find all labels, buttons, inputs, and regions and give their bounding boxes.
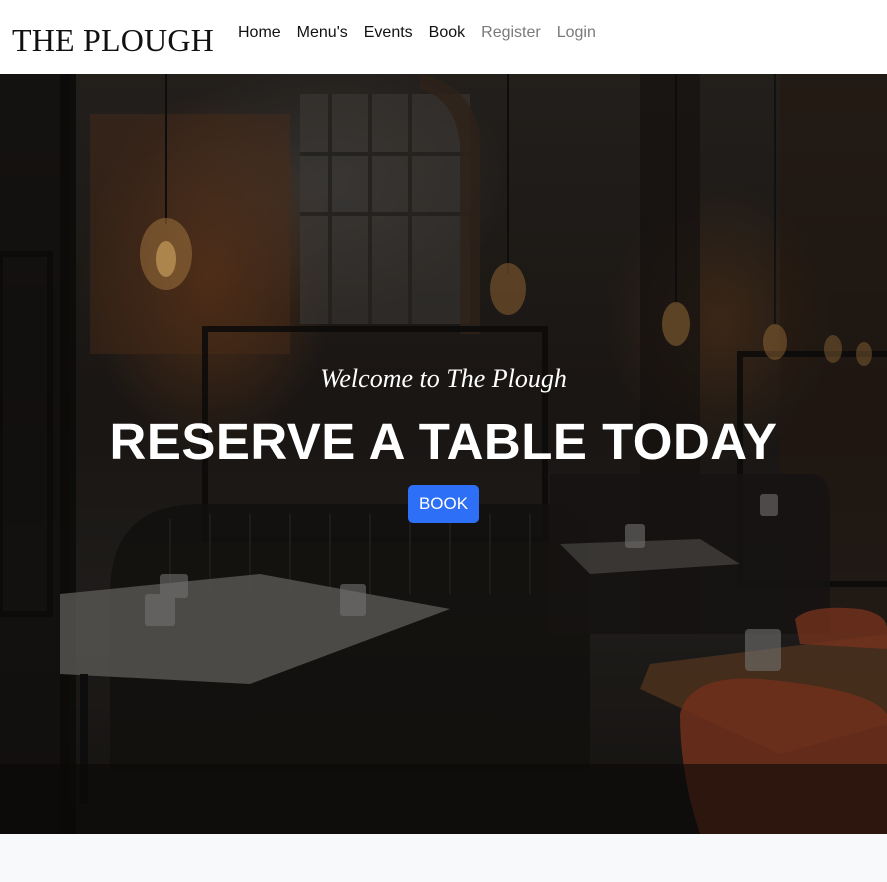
hero-content: Welcome to The Plough RESERVE A TABLE TO… bbox=[0, 74, 887, 834]
hero-section: Welcome to The Plough RESERVE A TABLE TO… bbox=[0, 74, 887, 834]
hero-welcome-text: Welcome to The Plough bbox=[320, 364, 567, 393]
below-hero-section bbox=[0, 834, 887, 882]
navbar: THE PLOUGH Home Menu's Events Book Regis… bbox=[0, 0, 887, 74]
brand-logo[interactable]: THE PLOUGH bbox=[12, 22, 214, 59]
nav-link-register[interactable]: Register bbox=[481, 24, 541, 42]
book-button[interactable]: BOOK bbox=[408, 485, 479, 523]
nav-link-home[interactable]: Home bbox=[238, 24, 281, 42]
nav-links: Home Menu's Events Book Register Login bbox=[238, 24, 612, 42]
hero-headline: RESERVE A TABLE TODAY bbox=[109, 413, 778, 470]
nav-link-book[interactable]: Book bbox=[429, 24, 465, 42]
nav-link-events[interactable]: Events bbox=[364, 24, 413, 42]
nav-link-menus[interactable]: Menu's bbox=[297, 24, 348, 42]
nav-link-login[interactable]: Login bbox=[557, 24, 596, 42]
